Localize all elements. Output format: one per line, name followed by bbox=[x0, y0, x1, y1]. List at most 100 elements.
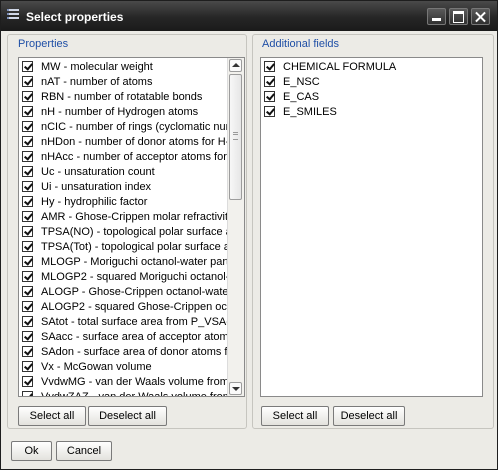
list-item-label: VvdwMG - van der Waals volume from Mc bbox=[41, 376, 227, 388]
additional-fields-group-label: Additional fields bbox=[262, 38, 340, 50]
additional-select-all-button[interactable]: Select all bbox=[261, 406, 329, 426]
list-item-label: E_SMILES bbox=[283, 106, 337, 118]
properties-deselect-all-button[interactable]: Deselect all bbox=[88, 406, 167, 426]
list-item[interactable]: RBN - number of rotatable bonds bbox=[19, 90, 227, 105]
minimize-button[interactable] bbox=[427, 8, 446, 25]
list-item[interactable]: nAT - number of atoms bbox=[19, 75, 227, 90]
list-item[interactable]: AMR - Ghose-Crippen molar refractivity bbox=[19, 210, 227, 225]
list-item[interactable]: Hy - hydrophilic factor bbox=[19, 195, 227, 210]
list-item[interactable]: VvdwZAZ - van der Waals volume from Zh bbox=[19, 390, 227, 397]
list-icon bbox=[7, 9, 19, 23]
list-item[interactable]: SAdon - surface area of donor atoms from bbox=[19, 345, 227, 360]
checkbox[interactable] bbox=[22, 166, 33, 177]
list-item-label: Vx - McGowan volume bbox=[41, 361, 152, 373]
ok-button[interactable]: Ok bbox=[11, 441, 52, 461]
list-item-label: Hy - hydrophilic factor bbox=[41, 196, 148, 208]
properties-scrollbar[interactable] bbox=[227, 58, 244, 396]
list-item[interactable]: nCIC - number of rings (cyclomatic numbe bbox=[19, 120, 227, 135]
list-item-label: AMR - Ghose-Crippen molar refractivity bbox=[41, 211, 227, 223]
checkbox[interactable] bbox=[22, 76, 33, 87]
properties-group: Properties MW - molecular weight nAT - nu… bbox=[7, 34, 247, 429]
list-item-label: nHAcc - number of acceptor atoms for H-b bbox=[41, 151, 227, 163]
checkbox[interactable] bbox=[264, 91, 275, 102]
checkbox[interactable] bbox=[22, 196, 33, 207]
cancel-button[interactable]: Cancel bbox=[56, 441, 112, 461]
checkbox[interactable] bbox=[264, 106, 275, 117]
additional-deselect-all-button[interactable]: Deselect all bbox=[333, 406, 405, 426]
properties-items: MW - molecular weight nAT - number of ato… bbox=[19, 60, 227, 397]
list-item[interactable]: nHAcc - number of acceptor atoms for H-b bbox=[19, 150, 227, 165]
properties-select-all-button[interactable]: Select all bbox=[18, 406, 86, 426]
checkbox[interactable] bbox=[22, 226, 33, 237]
list-item-label: MW - molecular weight bbox=[41, 61, 153, 73]
list-item[interactable]: E_NSC bbox=[261, 75, 482, 90]
scroll-thumb[interactable] bbox=[229, 74, 242, 200]
checkbox[interactable] bbox=[22, 151, 33, 162]
checkbox[interactable] bbox=[22, 241, 33, 252]
checkbox[interactable] bbox=[22, 61, 33, 72]
list-item[interactable]: Uc - unsaturation count bbox=[19, 165, 227, 180]
list-item[interactable]: TPSA(NO) - topological polar surface are… bbox=[19, 225, 227, 240]
list-item-label: RBN - number of rotatable bonds bbox=[41, 91, 203, 103]
list-item-label: nH - number of Hydrogen atoms bbox=[41, 106, 199, 118]
list-item[interactable]: SAacc - surface area of acceptor atoms f… bbox=[19, 330, 227, 345]
checkbox[interactable] bbox=[22, 331, 33, 342]
checkbox[interactable] bbox=[22, 136, 33, 147]
list-item[interactable]: E_CAS bbox=[261, 90, 482, 105]
checkbox[interactable] bbox=[22, 286, 33, 297]
list-item[interactable]: nHDon - number of donor atoms for H-bo bbox=[19, 135, 227, 150]
scroll-up-button[interactable] bbox=[229, 59, 242, 72]
checkbox[interactable] bbox=[22, 256, 33, 267]
checkbox[interactable] bbox=[22, 211, 33, 222]
checkbox[interactable] bbox=[264, 61, 275, 72]
list-item-label: nAT - number of atoms bbox=[41, 76, 153, 88]
additional-fields-items: CHEMICAL FORMULA E_NSC E_CAS E_SMILES bbox=[261, 60, 482, 120]
window-title: Select properties bbox=[26, 10, 124, 24]
checkbox[interactable] bbox=[22, 301, 33, 312]
list-item-label: TPSA(Tot) - topological polar surface ar… bbox=[41, 241, 227, 253]
scroll-down-button[interactable] bbox=[229, 382, 242, 395]
list-item-label: nCIC - number of rings (cyclomatic numbe bbox=[41, 121, 227, 133]
list-item-label: ALOGP2 - squared Ghose-Crippen octano bbox=[41, 301, 227, 313]
list-item[interactable]: ALOGP - Ghose-Crippen octanol-water pa bbox=[19, 285, 227, 300]
list-item-label: Ui - unsaturation index bbox=[41, 181, 152, 193]
checkbox[interactable] bbox=[22, 346, 33, 357]
checkbox[interactable] bbox=[22, 181, 33, 192]
list-item[interactable]: E_SMILES bbox=[261, 105, 482, 120]
list-item[interactable]: TPSA(Tot) - topological polar surface ar… bbox=[19, 240, 227, 255]
list-item[interactable]: nH - number of Hydrogen atoms bbox=[19, 105, 227, 120]
checkbox[interactable] bbox=[22, 361, 33, 372]
list-item[interactable]: MLOGP2 - squared Moriguchi octanol-wat bbox=[19, 270, 227, 285]
close-button[interactable] bbox=[471, 8, 490, 25]
list-item-label: SAtot - total surface area from P_VSA-li… bbox=[41, 316, 227, 328]
list-item[interactable]: MW - molecular weight bbox=[19, 60, 227, 75]
list-item[interactable]: VvdwMG - van der Waals volume from Mc bbox=[19, 375, 227, 390]
list-item[interactable]: SAtot - total surface area from P_VSA-li… bbox=[19, 315, 227, 330]
list-item-label: CHEMICAL FORMULA bbox=[283, 61, 397, 73]
list-item[interactable]: Ui - unsaturation index bbox=[19, 180, 227, 195]
list-item-label: ALOGP - Ghose-Crippen octanol-water pa bbox=[41, 286, 227, 298]
checkbox[interactable] bbox=[22, 106, 33, 117]
title-bar[interactable]: Select properties bbox=[1, 1, 497, 31]
select-properties-dialog: Select properties Properties MW - molecu… bbox=[0, 0, 498, 470]
checkbox[interactable] bbox=[22, 391, 33, 396]
list-item[interactable]: CHEMICAL FORMULA bbox=[261, 60, 482, 75]
checkbox[interactable] bbox=[22, 121, 33, 132]
list-item-label: VvdwZAZ - van der Waals volume from Zh bbox=[41, 391, 227, 397]
checkbox[interactable] bbox=[22, 271, 33, 282]
checkbox[interactable] bbox=[22, 376, 33, 387]
list-item[interactable]: ALOGP2 - squared Ghose-Crippen octano bbox=[19, 300, 227, 315]
list-item-label: E_NSC bbox=[283, 76, 320, 88]
additional-fields-group: Additional fields CHEMICAL FORMULA E_NSC E… bbox=[252, 34, 494, 429]
checkbox[interactable] bbox=[22, 91, 33, 102]
checkbox[interactable] bbox=[264, 76, 275, 87]
maximize-button[interactable] bbox=[449, 8, 468, 25]
list-item[interactable]: MLOGP - Moriguchi octanol-water partitio bbox=[19, 255, 227, 270]
additional-fields-list[interactable]: CHEMICAL FORMULA E_NSC E_CAS E_SMILES bbox=[260, 57, 483, 397]
checkbox[interactable] bbox=[22, 316, 33, 327]
list-item-label: TPSA(NO) - topological polar surface are… bbox=[41, 226, 227, 238]
list-item[interactable]: Vx - McGowan volume bbox=[19, 360, 227, 375]
properties-list[interactable]: MW - molecular weight nAT - number of ato… bbox=[18, 57, 245, 397]
properties-group-label: Properties bbox=[18, 38, 69, 50]
list-item-label: MLOGP2 - squared Moriguchi octanol-wat bbox=[41, 271, 227, 283]
